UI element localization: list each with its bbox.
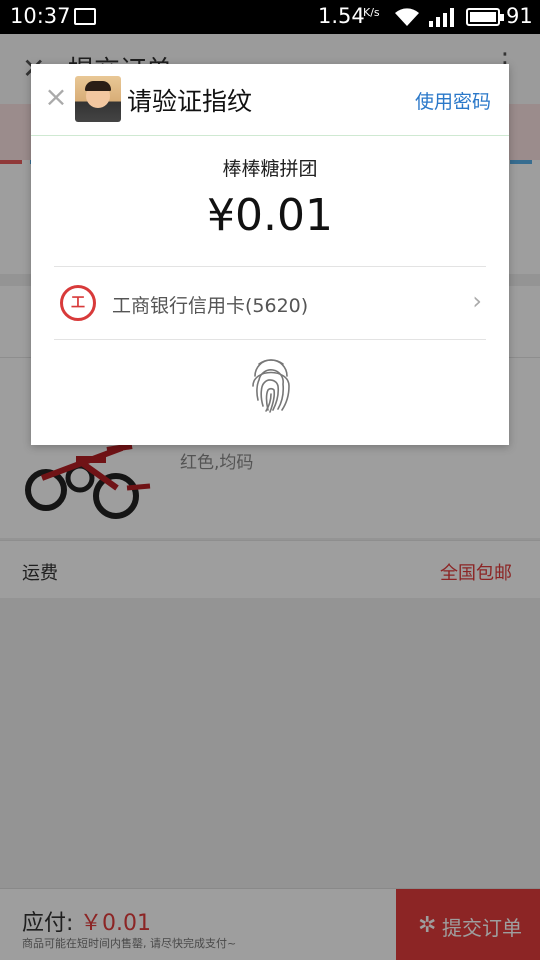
- dialog-title: 请验证指纹: [127, 87, 253, 116]
- dialog-header: × 请验证指纹 使用密码: [31, 64, 509, 136]
- avatar: [75, 76, 121, 122]
- avatar-hair: [85, 81, 111, 91]
- status-bar: 10:37 1.54 K/s 91: [0, 0, 540, 34]
- battery-level: 91: [506, 4, 533, 28]
- divider: [54, 339, 486, 340]
- image-icon: [74, 8, 96, 25]
- network-speed: 1.54: [318, 4, 365, 28]
- battery-icon: [466, 8, 504, 26]
- clock: 10:37: [10, 4, 71, 28]
- payment-method-label: 工商银行信用卡(5620): [112, 295, 309, 317]
- icbc-logo-icon: 工: [60, 285, 96, 321]
- fingerprint-icon[interactable]: [250, 356, 292, 414]
- chevron-right-icon: ›: [472, 287, 482, 315]
- wifi-icon: [395, 8, 419, 26]
- payment-method-row[interactable]: 工 工商银行信用卡(5620) ›: [54, 267, 486, 339]
- close-icon[interactable]: ×: [41, 82, 71, 112]
- fingerprint-dialog: × 请验证指纹 使用密码 棒棒糖拼团 ¥0.01 工 工商银行信用卡(5620)…: [31, 64, 509, 445]
- payment-amount: ¥0.01: [207, 190, 333, 241]
- use-password-link[interactable]: 使用密码: [415, 87, 491, 114]
- merchant-name: 棒棒糖拼团: [222, 158, 318, 180]
- signal-icon: [429, 8, 454, 27]
- network-speed-unit: K/s: [363, 6, 380, 19]
